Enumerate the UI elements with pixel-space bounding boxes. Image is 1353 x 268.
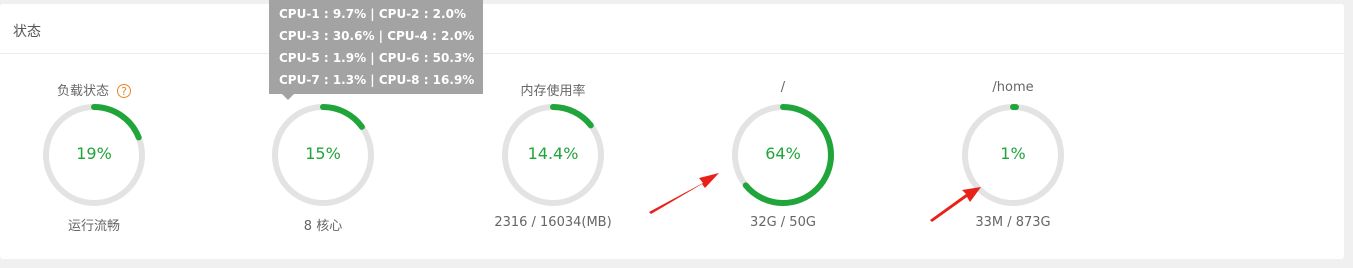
- annotation-arrow-home: [930, 187, 981, 222]
- gauge-subtitle: 8 核心: [303, 219, 343, 234]
- gauge-memory[interactable]: 内存使用率 14.4% 2316 / 16034(MB): [438, 77, 668, 237]
- gauge-ring[interactable]: 14.4%: [500, 102, 606, 208]
- arrow-shape: [930, 187, 981, 222]
- gauge-value: 19%: [76, 144, 112, 163]
- gauge-subtitle: 2316 / 16034(MB): [494, 215, 612, 230]
- panel-title: 状态: [13, 24, 41, 40]
- gauge-subtitle: 32G / 50G: [750, 215, 816, 230]
- tooltip-line: CPU-7 : 1.3% | CPU-8 : 16.9%: [279, 73, 475, 87]
- tooltip-line: CPU-5 : 1.9% | CPU-6 : 50.3%: [279, 51, 475, 65]
- arrow-shape: [649, 173, 719, 214]
- tooltip-line: CPU-1 : 9.7% | CPU-2 : 2.0%: [279, 7, 466, 21]
- question-icon[interactable]: ?: [117, 84, 131, 98]
- gauge-value: 1%: [1000, 144, 1026, 163]
- gauge-value: 15%: [305, 144, 341, 163]
- gauge-ring[interactable]: 15%: [270, 102, 376, 208]
- gauge-ring[interactable]: 19%: [41, 102, 147, 208]
- gauge-title: 负载状态?: [0, 80, 209, 99]
- gauge-cpu[interactable]: 15% 8 核心: [208, 77, 438, 237]
- tooltip-arrow: [282, 94, 294, 100]
- gauge-title: /: [780, 80, 786, 95]
- panel-header: 状态: [0, 4, 1344, 54]
- gauge-title: /home: [992, 80, 1034, 95]
- tooltip-line: CPU-3 : 30.6% | CPU-4 : 2.0%: [279, 29, 475, 43]
- cpu-tooltip: CPU-1 : 9.7% | CPU-2 : 2.0% CPU-3 : 30.6…: [269, 0, 483, 94]
- gauge-value: 14.4%: [527, 144, 579, 163]
- gauge-subtitle: 运行流畅: [67, 219, 120, 234]
- gauge-load[interactable]: 负载状态? 19% 运行流畅: [0, 77, 209, 237]
- gauge-ring[interactable]: 64%: [730, 102, 836, 208]
- gauge-title-text: 负载状态: [56, 84, 109, 99]
- annotation-arrow-root: [649, 173, 719, 214]
- gauge-value: 64%: [765, 144, 801, 163]
